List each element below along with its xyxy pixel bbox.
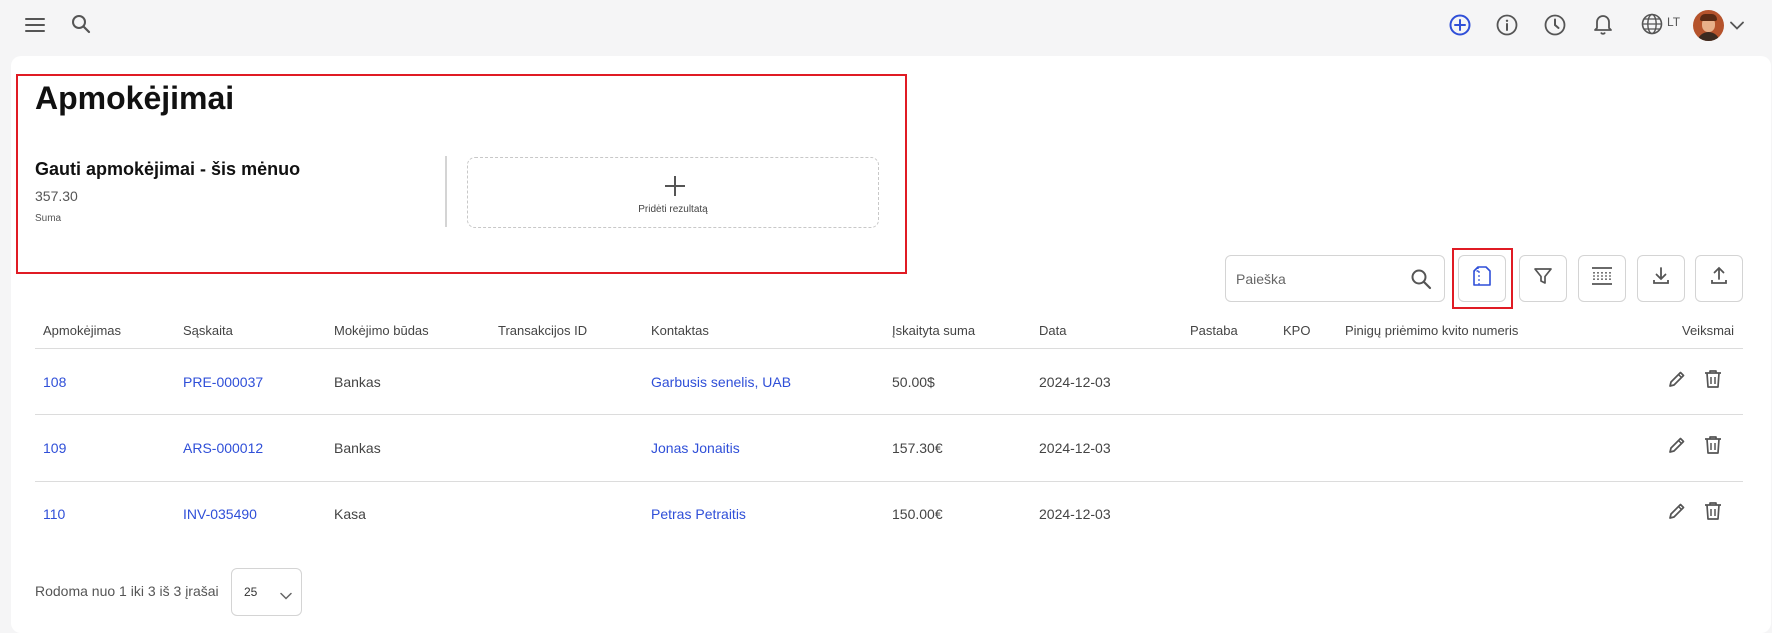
date: 2024-12-03 bbox=[1039, 506, 1111, 522]
payment-method: Kasa bbox=[334, 506, 366, 522]
document-button[interactable] bbox=[1458, 255, 1506, 302]
avatar[interactable] bbox=[1693, 10, 1724, 41]
filter-button[interactable] bbox=[1519, 255, 1567, 302]
column-header-method[interactable]: Mokėjimo būdas bbox=[334, 323, 429, 338]
delete-icon[interactable] bbox=[1704, 501, 1722, 526]
column-header-actions: Veiksmai bbox=[1682, 323, 1735, 338]
clock-icon[interactable] bbox=[1542, 12, 1568, 38]
globe-icon[interactable] bbox=[1640, 12, 1664, 36]
payment-link[interactable]: 108 bbox=[43, 374, 66, 390]
amount: 157.30€ bbox=[892, 440, 943, 456]
amount: 50.00$ bbox=[892, 374, 935, 390]
plus-icon bbox=[664, 175, 686, 202]
upload-button[interactable] bbox=[1695, 255, 1743, 302]
date: 2024-12-03 bbox=[1039, 440, 1111, 456]
page-title: Apmokėjimai bbox=[35, 80, 235, 116]
table-divider bbox=[35, 348, 1743, 349]
amount: 150.00€ bbox=[892, 506, 943, 522]
columns-button[interactable] bbox=[1578, 255, 1626, 302]
payment-link[interactable]: 109 bbox=[43, 440, 66, 456]
page-size-value: 25 bbox=[244, 585, 258, 599]
payment-link[interactable]: 110 bbox=[43, 506, 65, 522]
invoice-link[interactable]: PRE-000037 bbox=[183, 374, 263, 390]
column-header-kpo[interactable]: KPO bbox=[1283, 323, 1310, 338]
chevron-down-icon bbox=[280, 587, 292, 605]
document-icon bbox=[1472, 265, 1492, 292]
column-header-payment[interactable]: Apmokėjimas bbox=[43, 323, 121, 338]
download-button[interactable] bbox=[1637, 255, 1685, 302]
column-header-contact[interactable]: Kontaktas bbox=[651, 323, 709, 338]
columns-icon bbox=[1591, 266, 1613, 291]
invoice-link[interactable]: INV-035490 bbox=[183, 506, 257, 522]
stat-value: 357.30 bbox=[35, 188, 78, 204]
chevron-down-icon[interactable] bbox=[1730, 17, 1744, 35]
info-icon[interactable] bbox=[1494, 12, 1520, 38]
search-field[interactable] bbox=[1225, 255, 1445, 302]
upload-icon bbox=[1709, 266, 1729, 291]
contact-link[interactable]: Petras Petraitis bbox=[651, 506, 746, 522]
divider bbox=[445, 156, 447, 227]
column-header-note[interactable]: Pastaba bbox=[1190, 323, 1238, 338]
add-result-label: Pridėti rezultatą bbox=[638, 204, 708, 215]
column-header-transaction-id[interactable]: Transakcijos ID bbox=[498, 323, 587, 338]
top-bar: LT bbox=[0, 0, 1772, 50]
add-circle-icon[interactable] bbox=[1447, 12, 1473, 38]
edit-icon[interactable] bbox=[1667, 369, 1687, 394]
download-icon bbox=[1651, 266, 1671, 291]
date: 2024-12-03 bbox=[1039, 374, 1111, 390]
edit-icon[interactable] bbox=[1667, 501, 1687, 526]
column-header-amount[interactable]: Įskaityta suma bbox=[892, 323, 975, 338]
column-header-receipt-number[interactable]: Pinigų priėmimo kvito numeris bbox=[1345, 323, 1518, 338]
search-input[interactable] bbox=[1236, 268, 1406, 290]
page-size-select[interactable]: 25 bbox=[231, 568, 302, 616]
invoice-link[interactable]: ARS-000012 bbox=[183, 440, 263, 456]
row-divider bbox=[35, 414, 1743, 415]
search-icon[interactable] bbox=[69, 12, 93, 36]
payment-method: Bankas bbox=[334, 374, 381, 390]
edit-icon[interactable] bbox=[1667, 435, 1687, 460]
stat-title: Gauti apmokėjimai - šis mėnuo bbox=[35, 159, 301, 179]
contact-link[interactable]: Jonas Jonaitis bbox=[651, 440, 740, 456]
menu-icon[interactable] bbox=[23, 13, 47, 37]
pagination-summary: Rodoma nuo 1 iki 3 iš 3 įrašai bbox=[35, 583, 219, 599]
stat-sublabel: Suma bbox=[35, 213, 62, 224]
payment-method: Bankas bbox=[334, 440, 381, 456]
delete-icon[interactable] bbox=[1704, 435, 1722, 460]
contact-link[interactable]: Garbusis senelis, UAB bbox=[651, 374, 791, 390]
bell-icon[interactable] bbox=[1590, 11, 1616, 37]
column-header-date[interactable]: Data bbox=[1039, 323, 1066, 338]
filter-icon bbox=[1533, 266, 1553, 291]
column-header-invoice[interactable]: Sąskaita bbox=[183, 323, 233, 338]
language-label[interactable]: LT bbox=[1667, 15, 1680, 29]
delete-icon[interactable] bbox=[1704, 369, 1722, 394]
add-result-button[interactable]: Pridėti rezultatą bbox=[467, 157, 879, 228]
row-divider bbox=[35, 481, 1743, 482]
search-icon[interactable] bbox=[1410, 268, 1432, 295]
